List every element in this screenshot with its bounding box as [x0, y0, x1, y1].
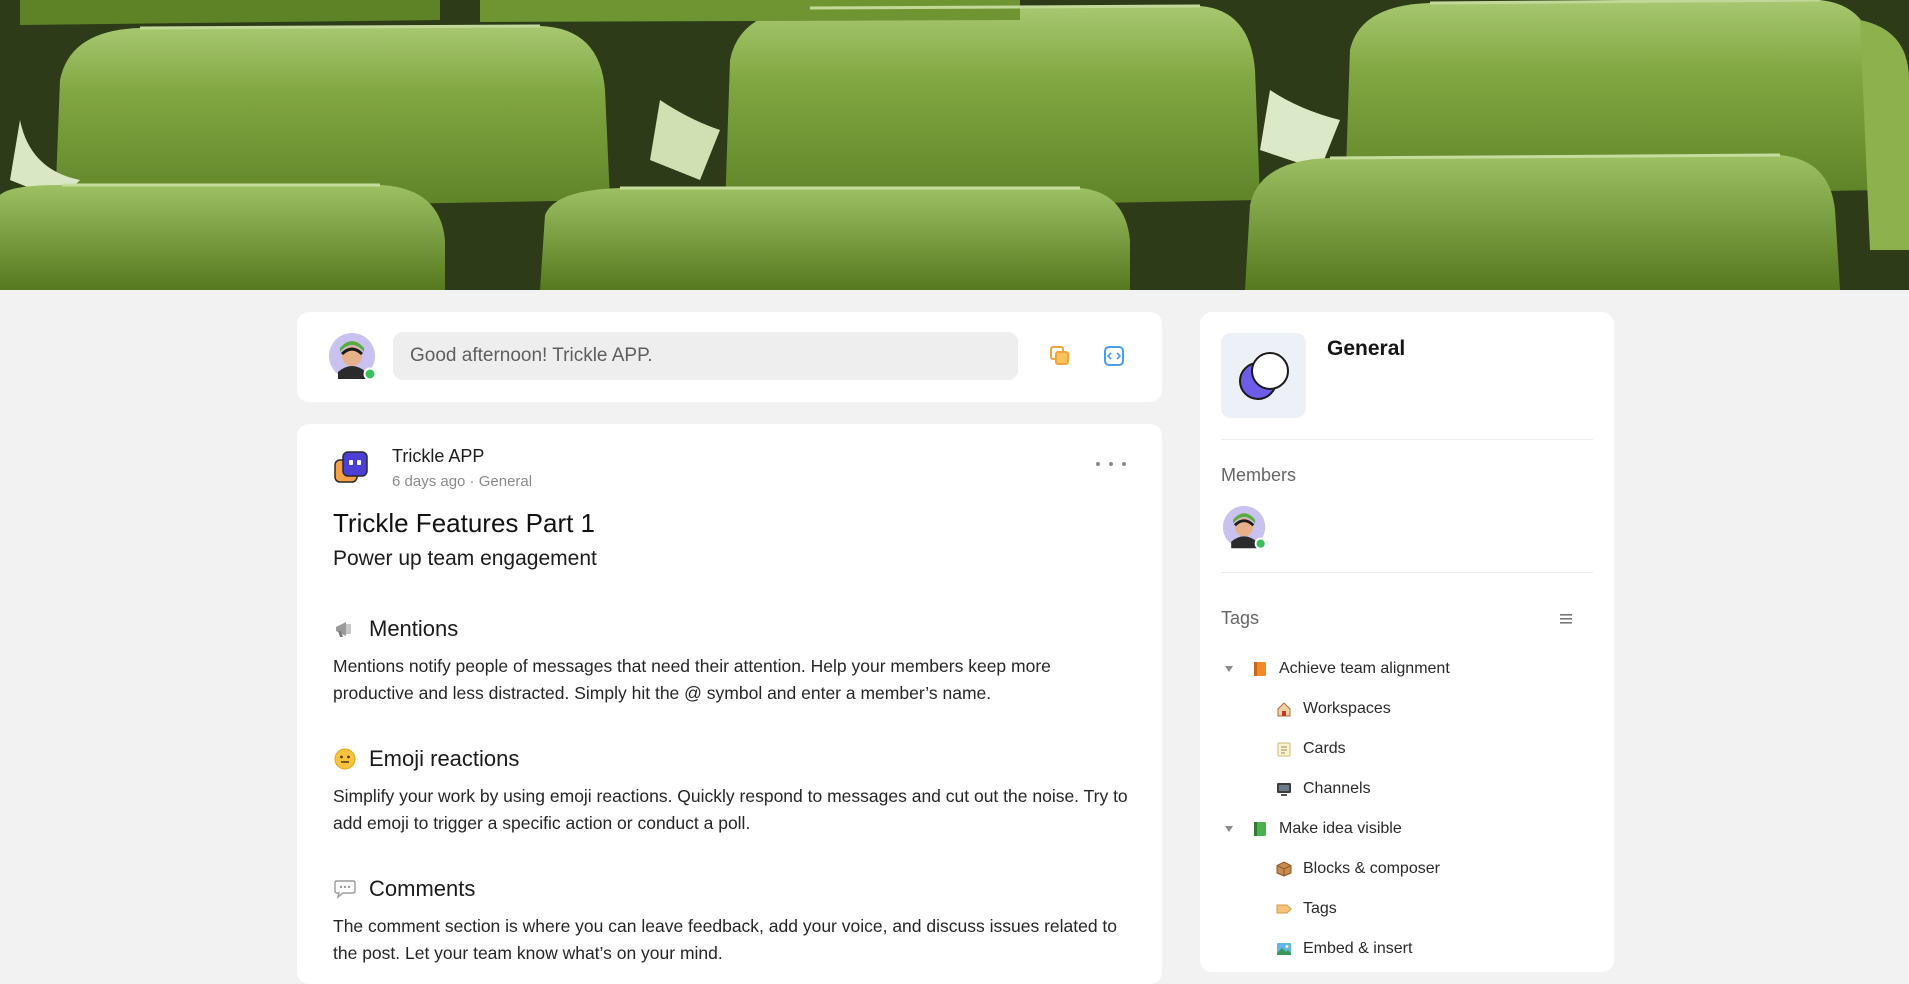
tag-make-idea-visible[interactable]: Make idea visible: [1221, 816, 1402, 842]
tags-label: Tags: [1221, 608, 1260, 628]
overlapping-circles-icon: [1238, 351, 1289, 400]
post-meta: 6 days ago · General: [392, 473, 533, 490]
section-emoji-reactions: Emoji reactions Simplify your work by us…: [333, 744, 1133, 837]
section-heading: Emoji reactions: [369, 746, 520, 771]
tag-label: Workspaces: [1303, 700, 1391, 717]
post-subtitle: Power up team engagement: [333, 547, 597, 570]
tag-workspaces[interactable]: Workspaces: [1275, 696, 1391, 722]
megaphone-icon: [333, 617, 357, 641]
post-title: Trickle Features Part 1: [333, 508, 596, 538]
memo-icon: [1275, 740, 1293, 758]
post-card: Trickle APP 6 days ago · General Trickle…: [297, 424, 1162, 984]
tag-label: Blocks & composer: [1303, 860, 1440, 877]
members-label: Members: [1221, 465, 1297, 485]
embed-button[interactable]: [1099, 341, 1129, 371]
tag-achieve-team-alignment[interactable]: Achieve team alignment: [1221, 656, 1450, 682]
composer-input[interactable]: [393, 332, 1018, 380]
computer-icon: [1275, 780, 1293, 798]
code-embed-icon: [1104, 346, 1124, 366]
section-heading: Mentions: [369, 616, 459, 641]
stadium-seats-photo: [0, 0, 1909, 290]
tag-label: Achieve team alignment: [1279, 660, 1450, 677]
tag-label: Make idea visible: [1279, 820, 1402, 837]
section-body: The comment section is where you can lea…: [333, 916, 1118, 963]
channel-icon: [1221, 333, 1306, 418]
user-avatar[interactable]: [328, 332, 378, 387]
section-body: Mentions notify people of messages that …: [333, 656, 1051, 703]
list-menu-icon: [1560, 614, 1572, 624]
section-body: Simplify your work by using emoji reacti…: [333, 786, 1128, 833]
house-icon: [1275, 700, 1293, 718]
tag-blocks-composer[interactable]: Blocks & composer: [1275, 856, 1440, 882]
tag-embed-insert[interactable]: Embed & insert: [1275, 936, 1412, 962]
section-comments: Comments The comment section is where yo…: [333, 874, 1133, 967]
tag-tags[interactable]: Tags: [1275, 896, 1337, 922]
package-icon: [1275, 860, 1293, 878]
cover-image: [0, 0, 1909, 290]
green-book-icon: [1251, 820, 1269, 838]
trickle-app-logo[interactable]: [333, 450, 369, 491]
stacked-cards-icon: [1050, 346, 1069, 365]
tag-label: Channels: [1303, 780, 1371, 797]
tag-label: Tags: [1303, 900, 1337, 917]
ellipsis-dot-icon: [1096, 462, 1100, 466]
channel-name: General: [1327, 337, 1406, 360]
composer-card: [297, 312, 1162, 402]
card-icon-button[interactable]: [1045, 341, 1075, 371]
section-heading: Comments: [369, 876, 476, 901]
caret-down-icon[interactable]: [1221, 821, 1237, 837]
divider: [1221, 439, 1593, 440]
tag-channels[interactable]: Channels: [1275, 776, 1371, 802]
divider: [1221, 572, 1593, 573]
smiley-emoji-icon: [333, 747, 357, 771]
tags-list-view-button[interactable]: [1559, 612, 1579, 628]
member-avatar[interactable]: [1222, 505, 1268, 556]
tag-cards[interactable]: Cards: [1275, 736, 1346, 762]
tag-label: Cards: [1303, 740, 1346, 757]
tag-label: Embed & insert: [1303, 940, 1413, 957]
orange-book-icon: [1251, 660, 1269, 678]
ellipsis-dot-icon: [1122, 462, 1126, 466]
section-mentions: Mentions Mentions notify people of messa…: [333, 614, 1133, 707]
caret-down-icon[interactable]: [1221, 661, 1237, 677]
speech-bubble-icon: [333, 877, 357, 901]
channel-sidebar: General Members Tags Achieve team alignm…: [1200, 312, 1614, 972]
ellipsis-dot-icon: [1109, 462, 1113, 466]
picture-icon: [1275, 940, 1293, 958]
label-icon: [1275, 900, 1293, 918]
post-author[interactable]: Trickle APP: [392, 446, 484, 467]
more-options-button[interactable]: [1096, 454, 1126, 474]
